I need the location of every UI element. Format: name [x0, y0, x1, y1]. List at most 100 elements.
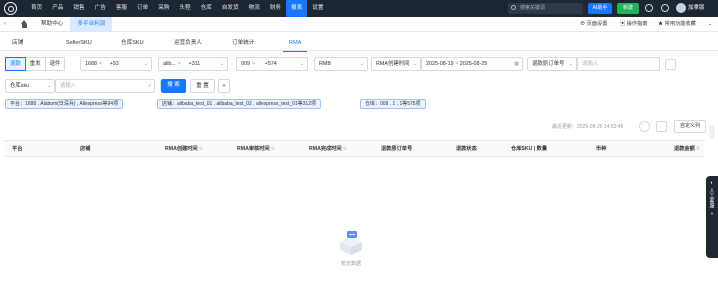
- headset-icon[interactable]: [661, 4, 669, 12]
- last-updated-text: 最近更新：2025-08-26 14:53:46: [552, 124, 624, 130]
- nav-item-reports[interactable]: 报表: [286, 0, 308, 17]
- nav-item-product[interactable]: 产品: [47, 0, 68, 17]
- nav-item-settings[interactable]: 设置: [307, 0, 328, 17]
- calendar-icon: ▦: [514, 61, 519, 67]
- subtab-operator[interactable]: 运营负责人: [174, 35, 202, 51]
- guide-link[interactable]: ▣ 操作指南: [620, 17, 647, 32]
- column-refund-amount[interactable]: 退款金额⇅: [674, 141, 700, 158]
- column-rma-created[interactable]: RMA创建时间⇅: [165, 141, 203, 158]
- download-icon[interactable]: [656, 121, 667, 132]
- new-button[interactable]: 新建: [617, 3, 639, 14]
- column-platform[interactable]: 平台: [12, 141, 22, 158]
- close-icon[interactable]: ×: [178, 61, 181, 67]
- column-refund-order-number[interactable]: 退款原订单号: [381, 141, 412, 158]
- column-rma-reviewed[interactable]: RMA审核时间⇅: [237, 141, 275, 158]
- close-icon[interactable]: ×: [252, 61, 255, 67]
- search-icon: [511, 5, 516, 10]
- nav-item-home[interactable]: 首页: [26, 0, 47, 17]
- segment-resend[interactable]: 重发: [24, 57, 46, 71]
- warehouse-select[interactable]: 009 × +574 ⌄: [236, 57, 308, 71]
- nav-item-purchase[interactable]: 采购: [153, 0, 174, 17]
- ai-assistant-button[interactable]: AI助手: [588, 3, 612, 14]
- empty-state-text: 暂无数据: [340, 261, 361, 267]
- subtab-rma[interactable]: RMA: [282, 35, 309, 52]
- info-icon[interactable]: [639, 121, 650, 132]
- table-header: 平台 店铺 RMA创建时间⇅ RMA审核时间⇅ RMA完成时间⇅ 退款原订单号 …: [4, 140, 704, 157]
- tab-multi-platform-profit[interactable]: 多平台利润: [70, 17, 113, 32]
- customer-service-panel[interactable]: ◐ 人工客服 »: [706, 176, 718, 258]
- main-menu: 首页 产品 销售 广告 客服 订单 采购 头程 仓库 自发货 物流 财务 报表 …: [26, 0, 328, 17]
- chevron-down-icon: ⌄: [299, 61, 304, 67]
- page-tab-bar: ‹ 帮助中心 多平台利润 ⊕ 页面设置 ▣ 操作指南 ★ 常用功能收藏 ⌄: [0, 17, 718, 32]
- column-currency[interactable]: 币种: [596, 141, 606, 158]
- subtab-warehouse-sku[interactable]: 仓库SKU: [121, 35, 144, 51]
- chevron-down-icon: ⌄: [143, 61, 148, 67]
- chevron-down-icon: ⌄: [359, 61, 364, 67]
- sku-input[interactable]: 请输入 ⌕: [55, 79, 155, 93]
- open-tabs: 帮助中心 多平台利润: [34, 17, 113, 32]
- nav-item-selfship[interactable]: 自发货: [217, 0, 244, 17]
- chevron-down-icon: ⌄: [568, 61, 573, 67]
- chevron-left-icon[interactable]: ‹: [4, 21, 6, 27]
- user-name[interactable]: 加拿版: [688, 0, 705, 17]
- nav-item-sales[interactable]: 销售: [68, 0, 89, 17]
- search-button[interactable]: 搜 索: [161, 79, 186, 93]
- sort-icon[interactable]: ⇅: [696, 146, 700, 152]
- headset-icon: ◐: [710, 180, 714, 186]
- sort-icon[interactable]: ⇅: [343, 146, 347, 152]
- nav-item-ads[interactable]: 广告: [90, 0, 111, 17]
- platform-filter-chip[interactable]: 平台：1688 , Alabom(日深兵) , Allexpress等94项: [5, 99, 124, 109]
- warehouse-filter-chip[interactable]: 仓库：009 , 1 , 1等575项: [360, 99, 426, 109]
- chevron-down-icon: ⌄: [412, 61, 417, 67]
- shop-select[interactable]: alib... × +311 ⌄: [158, 57, 228, 71]
- chevron-down-icon: ⌄: [46, 83, 51, 89]
- top-navigation-bar: 首页 产品 销售 广告 客服 订单 采购 头程 仓库 自发货 物流 财务 报表 …: [0, 0, 718, 17]
- nav-item-finance[interactable]: 财务: [265, 0, 286, 17]
- shop-filter-chip[interactable]: 店铺：alibaba_test_01 , alibaba_test_02 , a…: [157, 99, 321, 109]
- expand-input-icon[interactable]: [665, 59, 676, 70]
- sort-icon[interactable]: ⇅: [199, 146, 203, 152]
- sort-icon[interactable]: ⇅: [271, 146, 275, 152]
- add-filter-button[interactable]: +: [218, 79, 230, 93]
- order-type-select[interactable]: 退款原订单号 ⌄: [527, 57, 577, 71]
- subtab-sellersku[interactable]: SellerSKU: [66, 35, 92, 51]
- report-subtabs: 店铺 SellerSKU 仓库SKU 运营负责人 订单统计 RMA: [0, 35, 718, 52]
- order-number-input[interactable]: 请输入: [577, 57, 660, 71]
- nav-item-service[interactable]: 客服: [111, 0, 132, 17]
- sku-type-select[interactable]: 仓库sku ⌄: [5, 79, 55, 93]
- date-range-picker[interactable]: 2025-08-19 ~ 2025-08-25 ▦: [421, 57, 523, 71]
- nav-item-logistics[interactable]: 物流: [244, 0, 265, 17]
- info-icon[interactable]: [645, 4, 653, 12]
- favorites-link[interactable]: ★ 常用功能收藏: [658, 17, 696, 32]
- column-shop[interactable]: 店铺: [80, 141, 90, 158]
- date-type-select[interactable]: RMA创建时间 ⌄: [371, 57, 421, 71]
- tab-help-center[interactable]: 帮助中心: [34, 17, 70, 32]
- reset-button[interactable]: 重 置: [190, 79, 215, 93]
- subtab-shop[interactable]: 店铺: [12, 35, 23, 51]
- chevrons-right-icon[interactable]: »: [706, 211, 718, 217]
- platform-select[interactable]: 1688 × +93 ⌄: [80, 57, 152, 71]
- global-search-input[interactable]: 搜索关键词: [508, 3, 583, 14]
- avatar[interactable]: [676, 3, 686, 13]
- currency-select[interactable]: RMB ⌄: [314, 57, 368, 71]
- segment-refund[interactable]: 退款: [5, 57, 26, 71]
- custom-columns-button[interactable]: 自定义列: [674, 120, 706, 133]
- page-settings-link[interactable]: ⊕ 页面设置: [580, 17, 607, 32]
- nav-item-warehouse[interactable]: 仓库: [196, 0, 217, 17]
- close-icon[interactable]: ×: [99, 61, 102, 67]
- subtab-order-stats[interactable]: 订单统计: [232, 35, 254, 51]
- column-refund-status[interactable]: 退款状态: [456, 141, 477, 158]
- segment-return[interactable]: 退件: [44, 57, 66, 71]
- home-icon[interactable]: [20, 20, 29, 28]
- column-warehouse-sku-qty[interactable]: 仓库SKU | 数量: [511, 141, 547, 158]
- scrollbar[interactable]: [709, 125, 715, 139]
- nav-item-orders[interactable]: 订单: [132, 0, 153, 17]
- app-logo-icon[interactable]: [4, 2, 17, 15]
- chevron-down-icon: ⌄: [219, 61, 224, 67]
- empty-box-icon: [340, 231, 362, 255]
- chevron-down-icon[interactable]: ⌄: [708, 17, 712, 32]
- column-rma-completed[interactable]: RMA完成时间⇅: [309, 141, 347, 158]
- search-icon: ⌕: [148, 83, 151, 89]
- nav-item-firstleg[interactable]: 头程: [174, 0, 195, 17]
- rma-type-segment: 退款 重发 退件: [5, 57, 66, 71]
